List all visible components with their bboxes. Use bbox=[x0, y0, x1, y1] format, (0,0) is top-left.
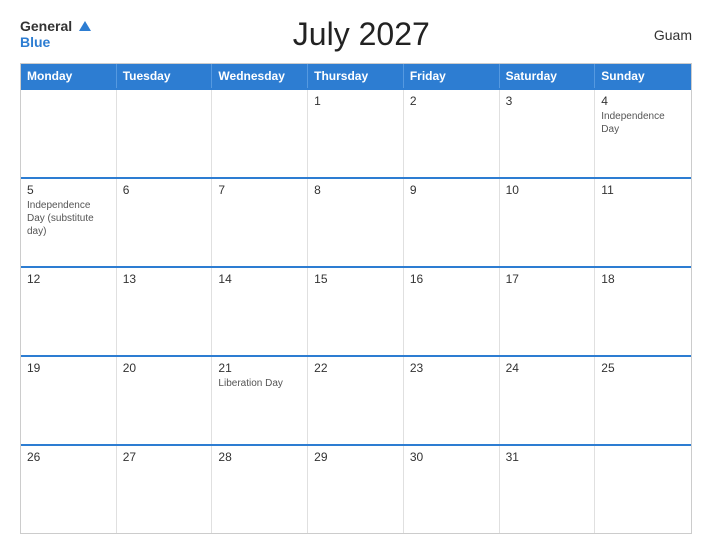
cal-cell: 7 bbox=[212, 179, 308, 266]
header: General Blue July 2027 Guam bbox=[20, 16, 692, 53]
day-number: 28 bbox=[218, 450, 301, 464]
cal-cell: 14 bbox=[212, 268, 308, 355]
week-row-2: 5 Independence Day (substitute day) 6789 10… bbox=[21, 177, 691, 266]
day-number: 2 bbox=[410, 94, 493, 108]
region-label: Guam bbox=[632, 27, 692, 43]
day-number: 1 bbox=[314, 94, 397, 108]
logo-line1: General bbox=[20, 19, 91, 35]
logo-triangle-icon bbox=[79, 21, 91, 31]
day-number: 16 bbox=[410, 272, 493, 286]
cal-cell: 8 bbox=[308, 179, 404, 266]
cal-cell: 19 bbox=[21, 357, 117, 444]
day-number: 20 bbox=[123, 361, 206, 375]
calendar-grid: MondayTuesdayWednesdayThursdayFridaySatu… bbox=[20, 63, 692, 534]
cal-cell: 24 bbox=[500, 357, 596, 444]
day-number: 17 bbox=[506, 272, 589, 286]
cal-cell: 9 bbox=[404, 179, 500, 266]
calendar-page: General Blue July 2027 Guam MondayTuesda… bbox=[0, 0, 712, 550]
day-number: 22 bbox=[314, 361, 397, 375]
day-number: 6 bbox=[123, 183, 206, 197]
holiday-label: Independence Day bbox=[601, 110, 685, 136]
cal-cell: 10 bbox=[500, 179, 596, 266]
header-cell-saturday: Saturday bbox=[500, 64, 596, 88]
cal-cell: 21 Liberation Day bbox=[212, 357, 308, 444]
cal-cell: 29 bbox=[308, 446, 404, 533]
cal-cell: 2 bbox=[404, 90, 500, 177]
cal-cell: 23 bbox=[404, 357, 500, 444]
header-cell-thursday: Thursday bbox=[308, 64, 404, 88]
cal-cell: 5 Independence Day (substitute day) bbox=[21, 179, 117, 266]
day-number: 27 bbox=[123, 450, 206, 464]
calendar-header-row: MondayTuesdayWednesdayThursdayFridaySatu… bbox=[21, 64, 691, 88]
cal-cell bbox=[117, 90, 213, 177]
cal-cell: 18 bbox=[595, 268, 691, 355]
day-number: 23 bbox=[410, 361, 493, 375]
cal-cell: 27 bbox=[117, 446, 213, 533]
holiday-label: Independence Day (substitute day) bbox=[27, 199, 110, 238]
cal-cell: 28 bbox=[212, 446, 308, 533]
day-number: 4 bbox=[601, 94, 685, 108]
logo-blue-text: Blue bbox=[20, 34, 50, 50]
cal-cell: 11 bbox=[595, 179, 691, 266]
cal-cell: 6 bbox=[117, 179, 213, 266]
calendar-title: July 2027 bbox=[91, 16, 632, 53]
holiday-label: Liberation Day bbox=[218, 377, 301, 390]
cal-cell: 15 bbox=[308, 268, 404, 355]
logo: General Blue bbox=[20, 19, 91, 51]
cal-cell bbox=[212, 90, 308, 177]
day-number: 9 bbox=[410, 183, 493, 197]
header-cell-friday: Friday bbox=[404, 64, 500, 88]
logo-general-text: General bbox=[20, 18, 72, 34]
cal-cell bbox=[595, 446, 691, 533]
cal-cell: 26 bbox=[21, 446, 117, 533]
day-number: 13 bbox=[123, 272, 206, 286]
day-number: 11 bbox=[601, 183, 685, 197]
cal-cell: 1 bbox=[308, 90, 404, 177]
cal-cell: 13 bbox=[117, 268, 213, 355]
day-number: 29 bbox=[314, 450, 397, 464]
header-cell-tuesday: Tuesday bbox=[117, 64, 213, 88]
day-number: 12 bbox=[27, 272, 110, 286]
day-number: 31 bbox=[506, 450, 589, 464]
day-number: 25 bbox=[601, 361, 685, 375]
day-number: 8 bbox=[314, 183, 397, 197]
cal-cell: 12 bbox=[21, 268, 117, 355]
cal-cell: 4 Independence Day bbox=[595, 90, 691, 177]
day-number: 10 bbox=[506, 183, 589, 197]
cal-cell: 30 bbox=[404, 446, 500, 533]
day-number: 14 bbox=[218, 272, 301, 286]
day-number: 24 bbox=[506, 361, 589, 375]
day-number: 5 bbox=[27, 183, 110, 197]
cal-cell: 17 bbox=[500, 268, 596, 355]
header-cell-monday: Monday bbox=[21, 64, 117, 88]
cal-cell: 22 bbox=[308, 357, 404, 444]
logo-line2: Blue bbox=[20, 35, 91, 51]
header-cell-sunday: Sunday bbox=[595, 64, 691, 88]
week-row-5: 26 27 28 29 30 31 bbox=[21, 444, 691, 533]
day-number: 3 bbox=[506, 94, 589, 108]
day-number: 19 bbox=[27, 361, 110, 375]
week-row-4: 19 20 21 Liberation Day 22 23 24 25 bbox=[21, 355, 691, 444]
day-number: 30 bbox=[410, 450, 493, 464]
header-cell-wednesday: Wednesday bbox=[212, 64, 308, 88]
week-row-3: 12 13 14 15 16 17 18 bbox=[21, 266, 691, 355]
day-number: 7 bbox=[218, 183, 301, 197]
week-row-1: 1234 Independence Day bbox=[21, 88, 691, 177]
day-number: 21 bbox=[218, 361, 301, 375]
cal-cell: 25 bbox=[595, 357, 691, 444]
cal-cell: 3 bbox=[500, 90, 596, 177]
cal-cell bbox=[21, 90, 117, 177]
day-number: 15 bbox=[314, 272, 397, 286]
cal-cell: 20 bbox=[117, 357, 213, 444]
day-number: 18 bbox=[601, 272, 685, 286]
cal-cell: 16 bbox=[404, 268, 500, 355]
calendar-body: 1234Independence Day5Independence Day (s… bbox=[21, 88, 691, 533]
cal-cell: 31 bbox=[500, 446, 596, 533]
day-number: 26 bbox=[27, 450, 110, 464]
